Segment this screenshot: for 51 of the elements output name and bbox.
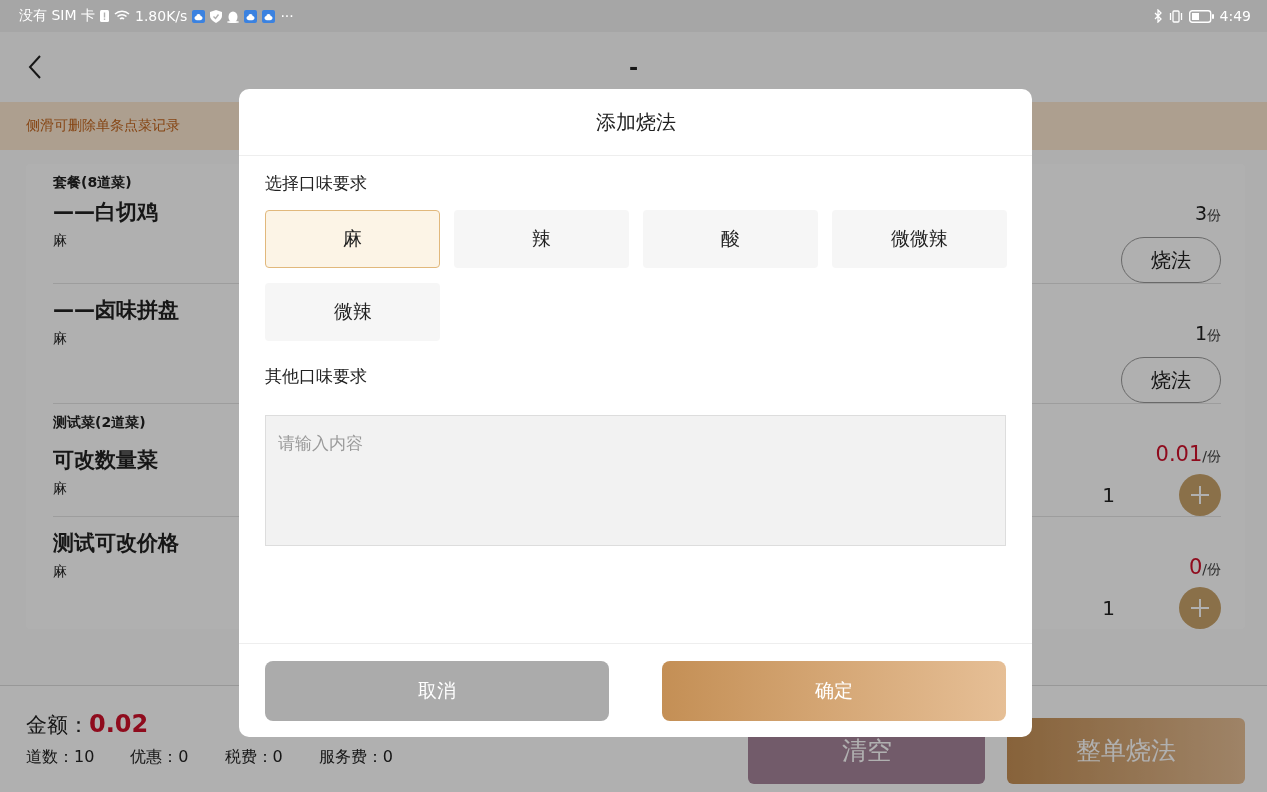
summary-stat: 优惠：0 bbox=[130, 747, 189, 768]
summary-stat: 税费：0 bbox=[224, 747, 283, 768]
taste-option[interactable]: 微辣 bbox=[265, 283, 440, 341]
dish-name: 测试可改价格 bbox=[53, 530, 179, 557]
dish-note: 麻 bbox=[53, 330, 68, 348]
cloud-icon bbox=[244, 9, 258, 23]
back-icon[interactable] bbox=[28, 55, 42, 79]
carrier-text: 没有 SIM 卡 bbox=[19, 7, 95, 25]
group-title: 套餐(8道菜) bbox=[53, 174, 133, 192]
amount-label: 金额： bbox=[26, 713, 89, 737]
plus-icon[interactable] bbox=[1179, 587, 1221, 629]
more-indicator: ··· bbox=[280, 8, 294, 24]
dish-note: 麻 bbox=[53, 480, 68, 498]
taste-option[interactable]: 麻 bbox=[265, 210, 440, 268]
cloud-icon bbox=[262, 9, 276, 23]
vibrate-icon bbox=[1167, 9, 1184, 23]
amount-value: 0.02 bbox=[89, 710, 149, 738]
dish-price: 0/份 bbox=[1188, 555, 1221, 579]
battery-icon bbox=[1188, 9, 1215, 23]
dish-quantity: 3份 bbox=[1194, 202, 1221, 225]
cloud-icon bbox=[192, 9, 206, 23]
taste-option[interactable]: 微微辣 bbox=[832, 210, 1007, 268]
dialog-title: 添加烧法 bbox=[595, 108, 676, 136]
cooking-method-button[interactable]: 烧法 bbox=[1121, 237, 1221, 283]
dish-note: 麻 bbox=[53, 232, 68, 250]
sim-alert-icon bbox=[100, 10, 109, 22]
taste-option[interactable]: 酸 bbox=[643, 210, 818, 268]
shield-icon bbox=[210, 9, 223, 23]
network-speed: 1.80K/s bbox=[135, 8, 188, 24]
dish-note: 麻 bbox=[53, 563, 68, 581]
dish-price: 0.01/份 bbox=[1155, 442, 1221, 466]
summary-stat: 道数：10 bbox=[26, 747, 95, 768]
dish-quantity: 1份 bbox=[1194, 322, 1221, 345]
bluetooth-icon bbox=[1153, 9, 1163, 23]
clock-time: 4:49 bbox=[1219, 8, 1251, 24]
quantity-value: 1 bbox=[1102, 596, 1115, 620]
dish-name: ——卤味拼盘 bbox=[53, 297, 179, 324]
plus-icon[interactable] bbox=[1179, 474, 1221, 516]
wifi-icon bbox=[114, 10, 130, 22]
quantity-value: 1 bbox=[1102, 483, 1115, 507]
dish-name: ——白切鸡 bbox=[53, 199, 158, 226]
dish-name: 可改数量菜 bbox=[53, 447, 158, 474]
notice-text: 侧滑可删除单条点菜记录 bbox=[26, 117, 180, 135]
taste-option[interactable]: 辣 bbox=[454, 210, 629, 268]
page-title: - bbox=[627, 54, 640, 80]
section-label: 选择口味要求 bbox=[265, 172, 368, 195]
section-label: 其他口味要求 bbox=[265, 365, 368, 388]
group-title: 测试菜(2道菜) bbox=[53, 414, 147, 432]
cooking-method-button[interactable]: 烧法 bbox=[1121, 357, 1221, 403]
taste-input-field[interactable]: 请输入内容 bbox=[265, 415, 1006, 546]
summary-stat: 服务费：0 bbox=[318, 747, 393, 768]
